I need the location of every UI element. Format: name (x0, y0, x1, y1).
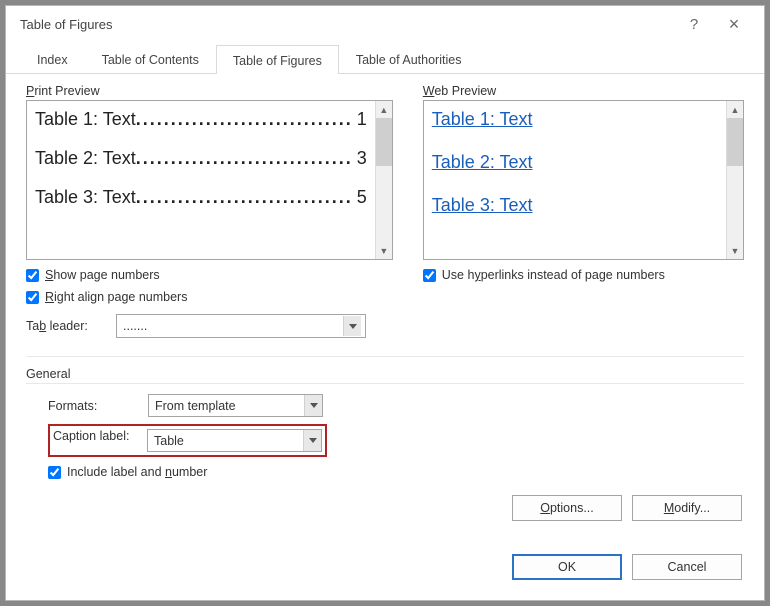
chevron-down-icon (343, 316, 361, 336)
preview-columns: Print Preview Table 1: Text ............… (26, 84, 744, 357)
include-label-checkbox[interactable]: Include label and number (48, 465, 744, 479)
print-preview-label: Print Preview (26, 84, 393, 98)
tab-tof[interactable]: Table of Figures (216, 45, 339, 74)
use-hyperlinks-input[interactable] (423, 269, 436, 282)
caption-label-row: Caption label: Table (48, 424, 744, 457)
tab-toa[interactable]: Table of Authorities (339, 44, 479, 73)
print-preview-scrollbar[interactable]: ▲ ▼ (375, 101, 392, 259)
general-section-label: General (26, 367, 744, 384)
print-preview-item: Table 3: Text ..........................… (35, 187, 367, 208)
tab-leader-row: Tab leader: ....... (26, 314, 393, 338)
scrollbar-track[interactable] (376, 166, 392, 242)
formats-row: Formats: From template (48, 394, 744, 417)
modify-button[interactable]: Modify... (632, 495, 742, 521)
print-preview-column: Print Preview Table 1: Text ............… (26, 84, 393, 338)
include-label-input[interactable] (48, 466, 61, 479)
right-align-input[interactable] (26, 291, 39, 304)
show-page-numbers-checkbox[interactable]: Show page numbers (26, 268, 393, 282)
caption-label-highlight: Caption label: Table (48, 424, 327, 457)
ok-button[interactable]: OK (512, 554, 622, 580)
scrollbar-thumb[interactable] (727, 118, 743, 166)
scroll-down-icon[interactable]: ▼ (727, 242, 743, 259)
web-preview-label: Web Preview (423, 84, 744, 98)
tab-leader-select[interactable]: ....... (116, 314, 366, 338)
print-preview-item: Table 2: Text ..........................… (35, 148, 367, 169)
right-align-checkbox[interactable]: Right align page numbers (26, 290, 393, 304)
web-preview-column: Web Preview Table 1: Text Table 2: Text … (423, 84, 744, 338)
print-preview-item: Table 1: Text ..........................… (35, 109, 367, 130)
tab-leader-label: Tab leader: (26, 319, 116, 333)
dialog-content: Print Preview Table 1: Text ............… (6, 74, 764, 600)
print-preview-box: Table 1: Text ..........................… (26, 100, 393, 260)
cancel-button[interactable]: Cancel (632, 554, 742, 580)
chevron-down-icon (304, 395, 322, 416)
scroll-up-icon[interactable]: ▲ (727, 101, 743, 118)
tab-toc[interactable]: Table of Contents (85, 44, 216, 73)
caption-label-label: Caption label: (53, 429, 147, 452)
tab-strip: Index Table of Contents Table of Figures… (6, 42, 764, 74)
scrollbar-thumb[interactable] (376, 118, 392, 166)
table-of-figures-dialog: Table of Figures ? × Index Table of Cont… (5, 5, 765, 601)
web-preview-box: Table 1: Text Table 2: Text Table 3: Tex… (423, 100, 744, 260)
dialog-button-row: OK Cancel (26, 554, 744, 580)
formats-label: Formats: (48, 399, 148, 413)
scroll-down-icon[interactable]: ▼ (376, 242, 392, 259)
web-preview-link: Table 1: Text (432, 109, 718, 130)
web-preview-scrollbar[interactable]: ▲ ▼ (726, 101, 743, 259)
dialog-title: Table of Figures (20, 17, 674, 32)
show-page-numbers-input[interactable] (26, 269, 39, 282)
web-preview-content: Table 1: Text Table 2: Text Table 3: Tex… (424, 101, 726, 259)
titlebar: Table of Figures ? × (6, 6, 764, 42)
use-hyperlinks-checkbox[interactable]: Use hyperlinks instead of page numbers (423, 268, 744, 282)
tab-index[interactable]: Index (20, 44, 85, 73)
caption-label-select[interactable]: Table (147, 429, 322, 452)
formats-select[interactable]: From template (148, 394, 323, 417)
web-preview-link: Table 2: Text (432, 152, 718, 173)
chevron-down-icon (303, 430, 321, 451)
scroll-up-icon[interactable]: ▲ (376, 101, 392, 118)
scrollbar-track[interactable] (727, 166, 743, 242)
middle-button-row: OOptions...ptions... Modify... (26, 495, 744, 521)
close-button[interactable]: × (714, 10, 754, 38)
web-preview-link: Table 3: Text (432, 195, 718, 216)
help-button[interactable]: ? (674, 10, 714, 38)
options-button[interactable]: OOptions...ptions... (512, 495, 622, 521)
print-preview-content: Table 1: Text ..........................… (27, 101, 375, 259)
